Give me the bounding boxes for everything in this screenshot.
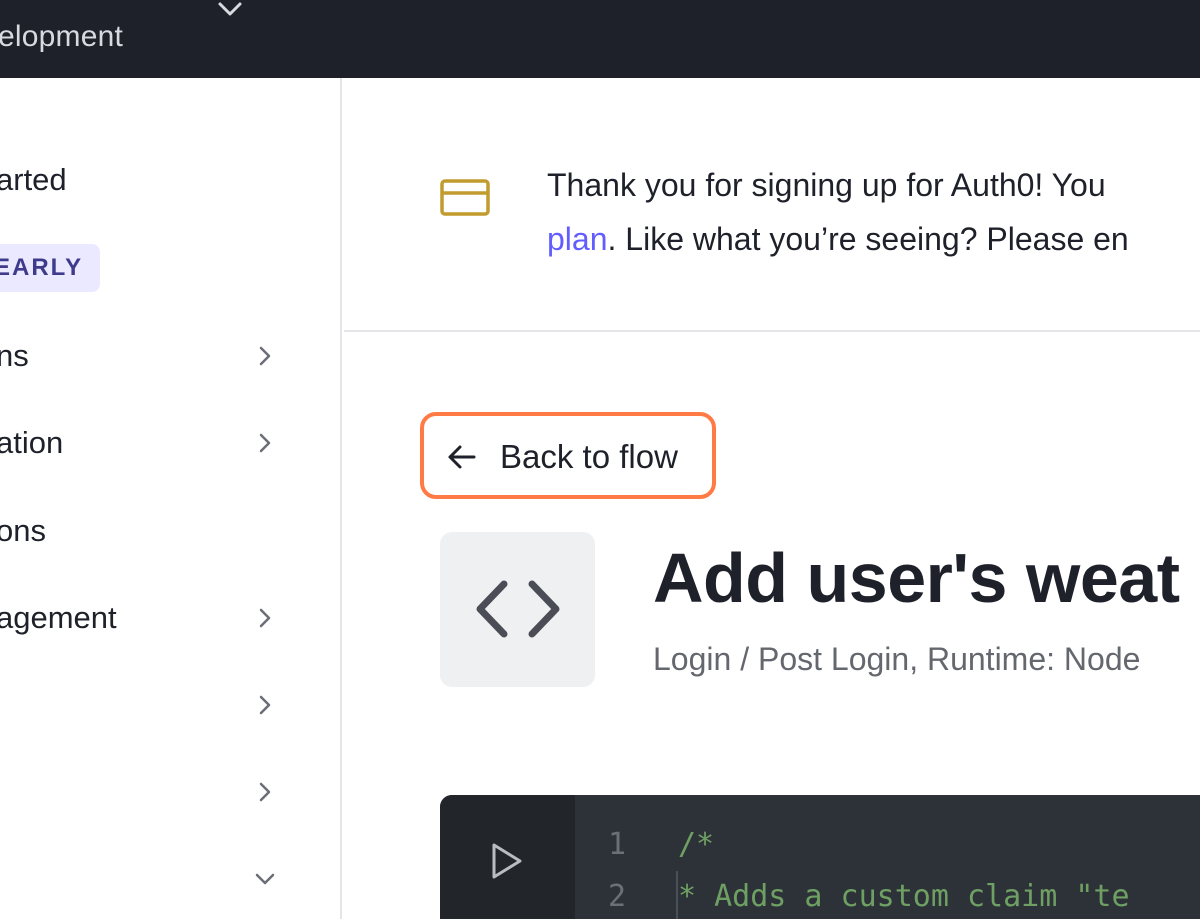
code-line[interactable]: * Adds a custom claim "te xyxy=(678,879,1130,914)
banner-line-2: . Like what you’re seeing? Please en xyxy=(607,221,1129,257)
tenant-name[interactable]: elopment xyxy=(0,20,123,54)
chevron-right-icon xyxy=(259,782,271,802)
sidebar-item-getting-started[interactable]: arted xyxy=(0,150,300,210)
code-editor[interactable]: 1 /* 2 * Adds a custom claim "te xyxy=(440,795,1200,919)
chevron-right-icon xyxy=(259,695,271,715)
sidebar-item-6[interactable] xyxy=(0,762,300,822)
run-gutter xyxy=(440,795,575,919)
sidebar-item-label: ons xyxy=(0,513,46,548)
sidebar-item-label: arted xyxy=(0,162,67,197)
page-title: Add user's weat xyxy=(653,539,1180,617)
line-number: 2 xyxy=(608,879,627,914)
sidebar-item-7[interactable] xyxy=(0,849,300,909)
trial-banner: Thank you for signing up for Auth0! You … xyxy=(344,78,1200,332)
sidebar-item-label: ns xyxy=(0,338,29,373)
arrow-left-icon xyxy=(448,445,476,469)
sidebar-item-organizations[interactable]: ons xyxy=(0,501,300,561)
early-badge: EARLY xyxy=(0,244,100,292)
action-icon-tile xyxy=(440,532,595,687)
chevron-right-icon xyxy=(259,608,271,628)
banner-line-1: Thank you for signing up for Auth0! You xyxy=(547,167,1106,203)
sidebar-item-applications[interactable]: ns xyxy=(0,326,300,386)
chevron-down-icon[interactable] xyxy=(216,0,244,20)
play-icon[interactable] xyxy=(488,841,524,881)
sidebar-item-user-management[interactable]: agement xyxy=(0,588,300,648)
sidebar-item-authentication[interactable]: ation xyxy=(0,413,300,473)
chevron-down-icon xyxy=(255,873,275,885)
chevron-right-icon xyxy=(259,346,271,366)
line-number: 1 xyxy=(608,827,627,862)
sidebar-item-label: ation xyxy=(0,425,64,460)
code-line[interactable]: /* xyxy=(678,827,714,862)
top-bar: elopment xyxy=(0,0,1200,78)
sidebar: arted EARLY ns ation ons agement xyxy=(0,78,342,919)
sidebar-item-label: agement xyxy=(0,600,117,635)
back-to-flow-button[interactable]: Back to flow xyxy=(420,412,716,499)
early-badge-label: EARLY xyxy=(0,254,84,281)
back-to-flow-label: Back to flow xyxy=(500,438,678,475)
sidebar-item-5[interactable] xyxy=(0,675,300,735)
chevron-right-icon xyxy=(259,433,271,453)
code-icon xyxy=(476,580,560,638)
banner-message: Thank you for signing up for Auth0! You … xyxy=(547,158,1129,266)
plan-link[interactable]: plan xyxy=(547,221,608,257)
credit-card-icon xyxy=(440,179,490,216)
action-subtitle: Login / Post Login, Runtime: Node xyxy=(653,641,1141,677)
